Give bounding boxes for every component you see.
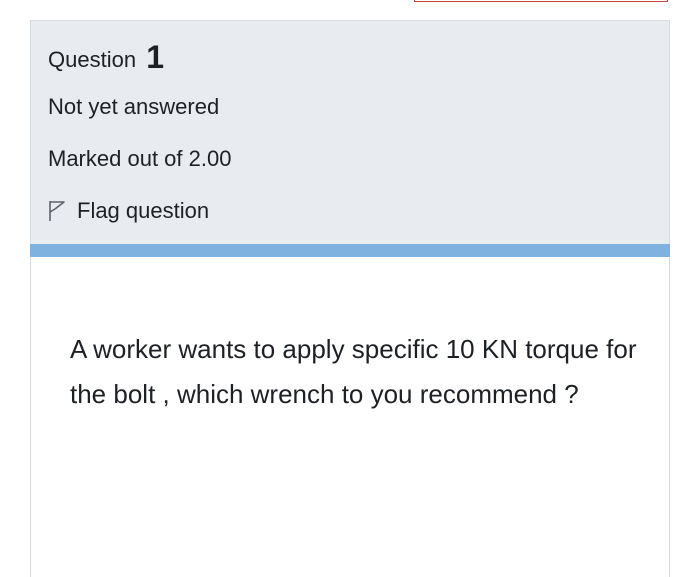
flag-icon: [49, 201, 65, 221]
top-partial-box: [414, 0, 668, 2]
question-number: 1: [146, 39, 164, 75]
flag-question-label: Flag question: [77, 198, 210, 223]
question-accent-bar: [30, 244, 670, 257]
question-info-panel: Question 1 Not yet answered Marked out o…: [30, 20, 670, 244]
question-label: Question: [48, 47, 137, 72]
question-grade: Marked out of 2.00: [48, 146, 232, 171]
question-title: Question 1: [48, 39, 164, 78]
question-text: A worker wants to apply specific 10 KN t…: [70, 334, 637, 409]
flag-question-button[interactable]: Flag question: [47, 195, 209, 227]
question-content-panel: A worker wants to apply specific 10 KN t…: [30, 257, 670, 577]
question-state: Not yet answered: [48, 94, 220, 119]
